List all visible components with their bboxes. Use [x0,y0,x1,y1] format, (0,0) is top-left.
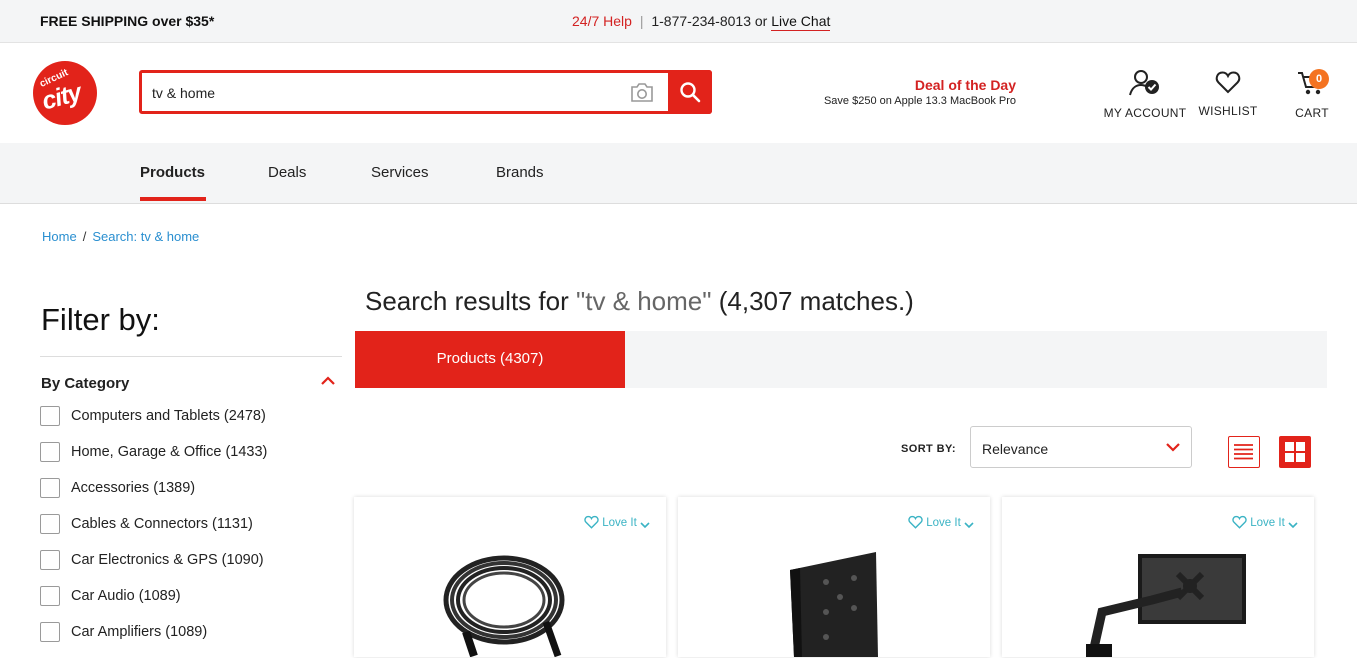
heart-icon [908,515,923,529]
help-line: 24/7 Help | 1-877-234-8013 or Live Chat [572,13,831,31]
chevron-down-icon [1288,522,1298,529]
product-card[interactable]: Love It [354,497,666,657]
grid-icon [1285,442,1305,462]
category-label: Car Amplifiers (1089) [71,624,208,640]
results-heading: Search results for "tv & home" (4,307 ma… [365,286,914,317]
search-button[interactable] [668,70,712,114]
breadcrumb-home[interactable]: Home [42,229,77,244]
grid-view-button[interactable] [1279,436,1311,468]
help-label[interactable]: 24/7 Help [572,13,632,29]
category-heading[interactable]: By Category [41,375,129,392]
help-or: or [754,13,768,29]
tab-products[interactable]: Products (4307) [355,331,625,388]
deal-subtitle: Save $250 on Apple 13.3 MacBook Pro [823,95,1016,107]
deal-title: Deal of the Day [914,77,1016,93]
chevron-down-icon [964,522,974,529]
help-phone[interactable]: 1-877-234-8013 [651,13,751,29]
nav-services[interactable]: Services [371,164,429,181]
category-checkbox[interactable] [40,442,60,462]
category-checkbox[interactable] [40,478,60,498]
category-checkbox[interactable] [40,622,60,642]
nav-products[interactable]: Products [140,164,205,181]
cart-button[interactable]: 0 CART [1285,69,1339,120]
circuit-city-logo[interactable]: circuit city [33,61,97,125]
category-checkbox[interactable] [40,406,60,426]
love-it-label: Love It [1250,517,1285,529]
chevron-down-icon [1166,443,1180,452]
chevron-up-icon[interactable] [320,373,336,387]
chevron-down-icon [640,522,650,529]
live-chat-link[interactable]: Live Chat [771,13,831,31]
heart-icon [1215,71,1241,94]
nav-active-indicator [140,197,206,201]
sort-label: SORT BY: [901,443,956,455]
product-image-cable[interactable] [436,552,576,657]
love-it-button[interactable]: Love It [584,515,650,529]
product-card[interactable]: Love It [1002,497,1314,657]
heart-icon [584,515,599,529]
cart-count-badge: 0 [1309,69,1329,89]
results-prefix: Search results for [365,286,569,316]
product-image-monitor-arm[interactable] [1082,552,1252,657]
breadcrumb-separator: / [82,229,87,244]
breadcrumb-current[interactable]: Search: tv & home [92,229,199,244]
love-it-label: Love It [602,517,637,529]
category-label: Car Electronics & GPS (1090) [71,552,264,568]
top-bar: FREE SHIPPING over $35* 24/7 Help | 1-87… [0,0,1357,43]
wishlist-label: WISHLIST [1198,104,1258,118]
category-label: Car Audio (1089) [71,588,181,604]
site-header: circuit city Deal of the Day Save $250 o… [0,43,1357,143]
results-tabs: Products (4307) [355,331,1327,388]
list-icon [1234,444,1253,460]
help-separator: | [639,13,644,29]
breadcrumb: Home / Search: tv & home [42,229,199,244]
free-shipping-text: FREE SHIPPING over $35* [40,13,215,29]
cart-label: CART [1295,106,1329,120]
main-nav: Products Deals Services Brands [0,143,1357,204]
wishlist-button[interactable]: WISHLIST [1195,69,1261,118]
category-checkbox[interactable] [40,586,60,606]
search-icon [680,82,701,103]
my-account-button[interactable]: MY ACCOUNT [1100,69,1190,120]
category-label: Home, Garage & Office (1433) [71,444,268,460]
nav-brands[interactable]: Brands [496,164,544,181]
product-card[interactable]: Love It [678,497,990,657]
results-query: "tv & home" [575,286,712,316]
list-view-button[interactable] [1228,436,1260,468]
love-it-button[interactable]: Love It [1232,515,1298,529]
nav-deals[interactable]: Deals [268,164,306,181]
category-checkbox[interactable] [40,514,60,534]
product-image-tv-mount[interactable] [786,552,886,657]
filter-divider [40,356,342,357]
my-account-label: MY ACCOUNT [1103,106,1187,120]
heart-icon [1232,515,1247,529]
category-label: Accessories (1389) [71,480,196,496]
sort-value: Relevance [982,441,1049,457]
category-label: Cables & Connectors (1131) [71,516,253,532]
deal-of-the-day[interactable]: Deal of the Day Save $250 on Apple 13.3 … [811,77,1016,107]
category-checkbox[interactable] [40,550,60,570]
filter-title: Filter by: [41,302,160,337]
sort-select[interactable]: Relevance [970,426,1192,468]
love-it-button[interactable]: Love It [908,515,974,529]
search-bar [139,70,712,114]
love-it-label: Love It [926,517,961,529]
account-icon [1129,70,1159,96]
category-label: Computers and Tablets (2478) [71,408,266,424]
camera-icon[interactable] [629,80,655,104]
results-count: (4,307 matches.) [718,286,914,316]
search-input[interactable] [152,81,612,105]
